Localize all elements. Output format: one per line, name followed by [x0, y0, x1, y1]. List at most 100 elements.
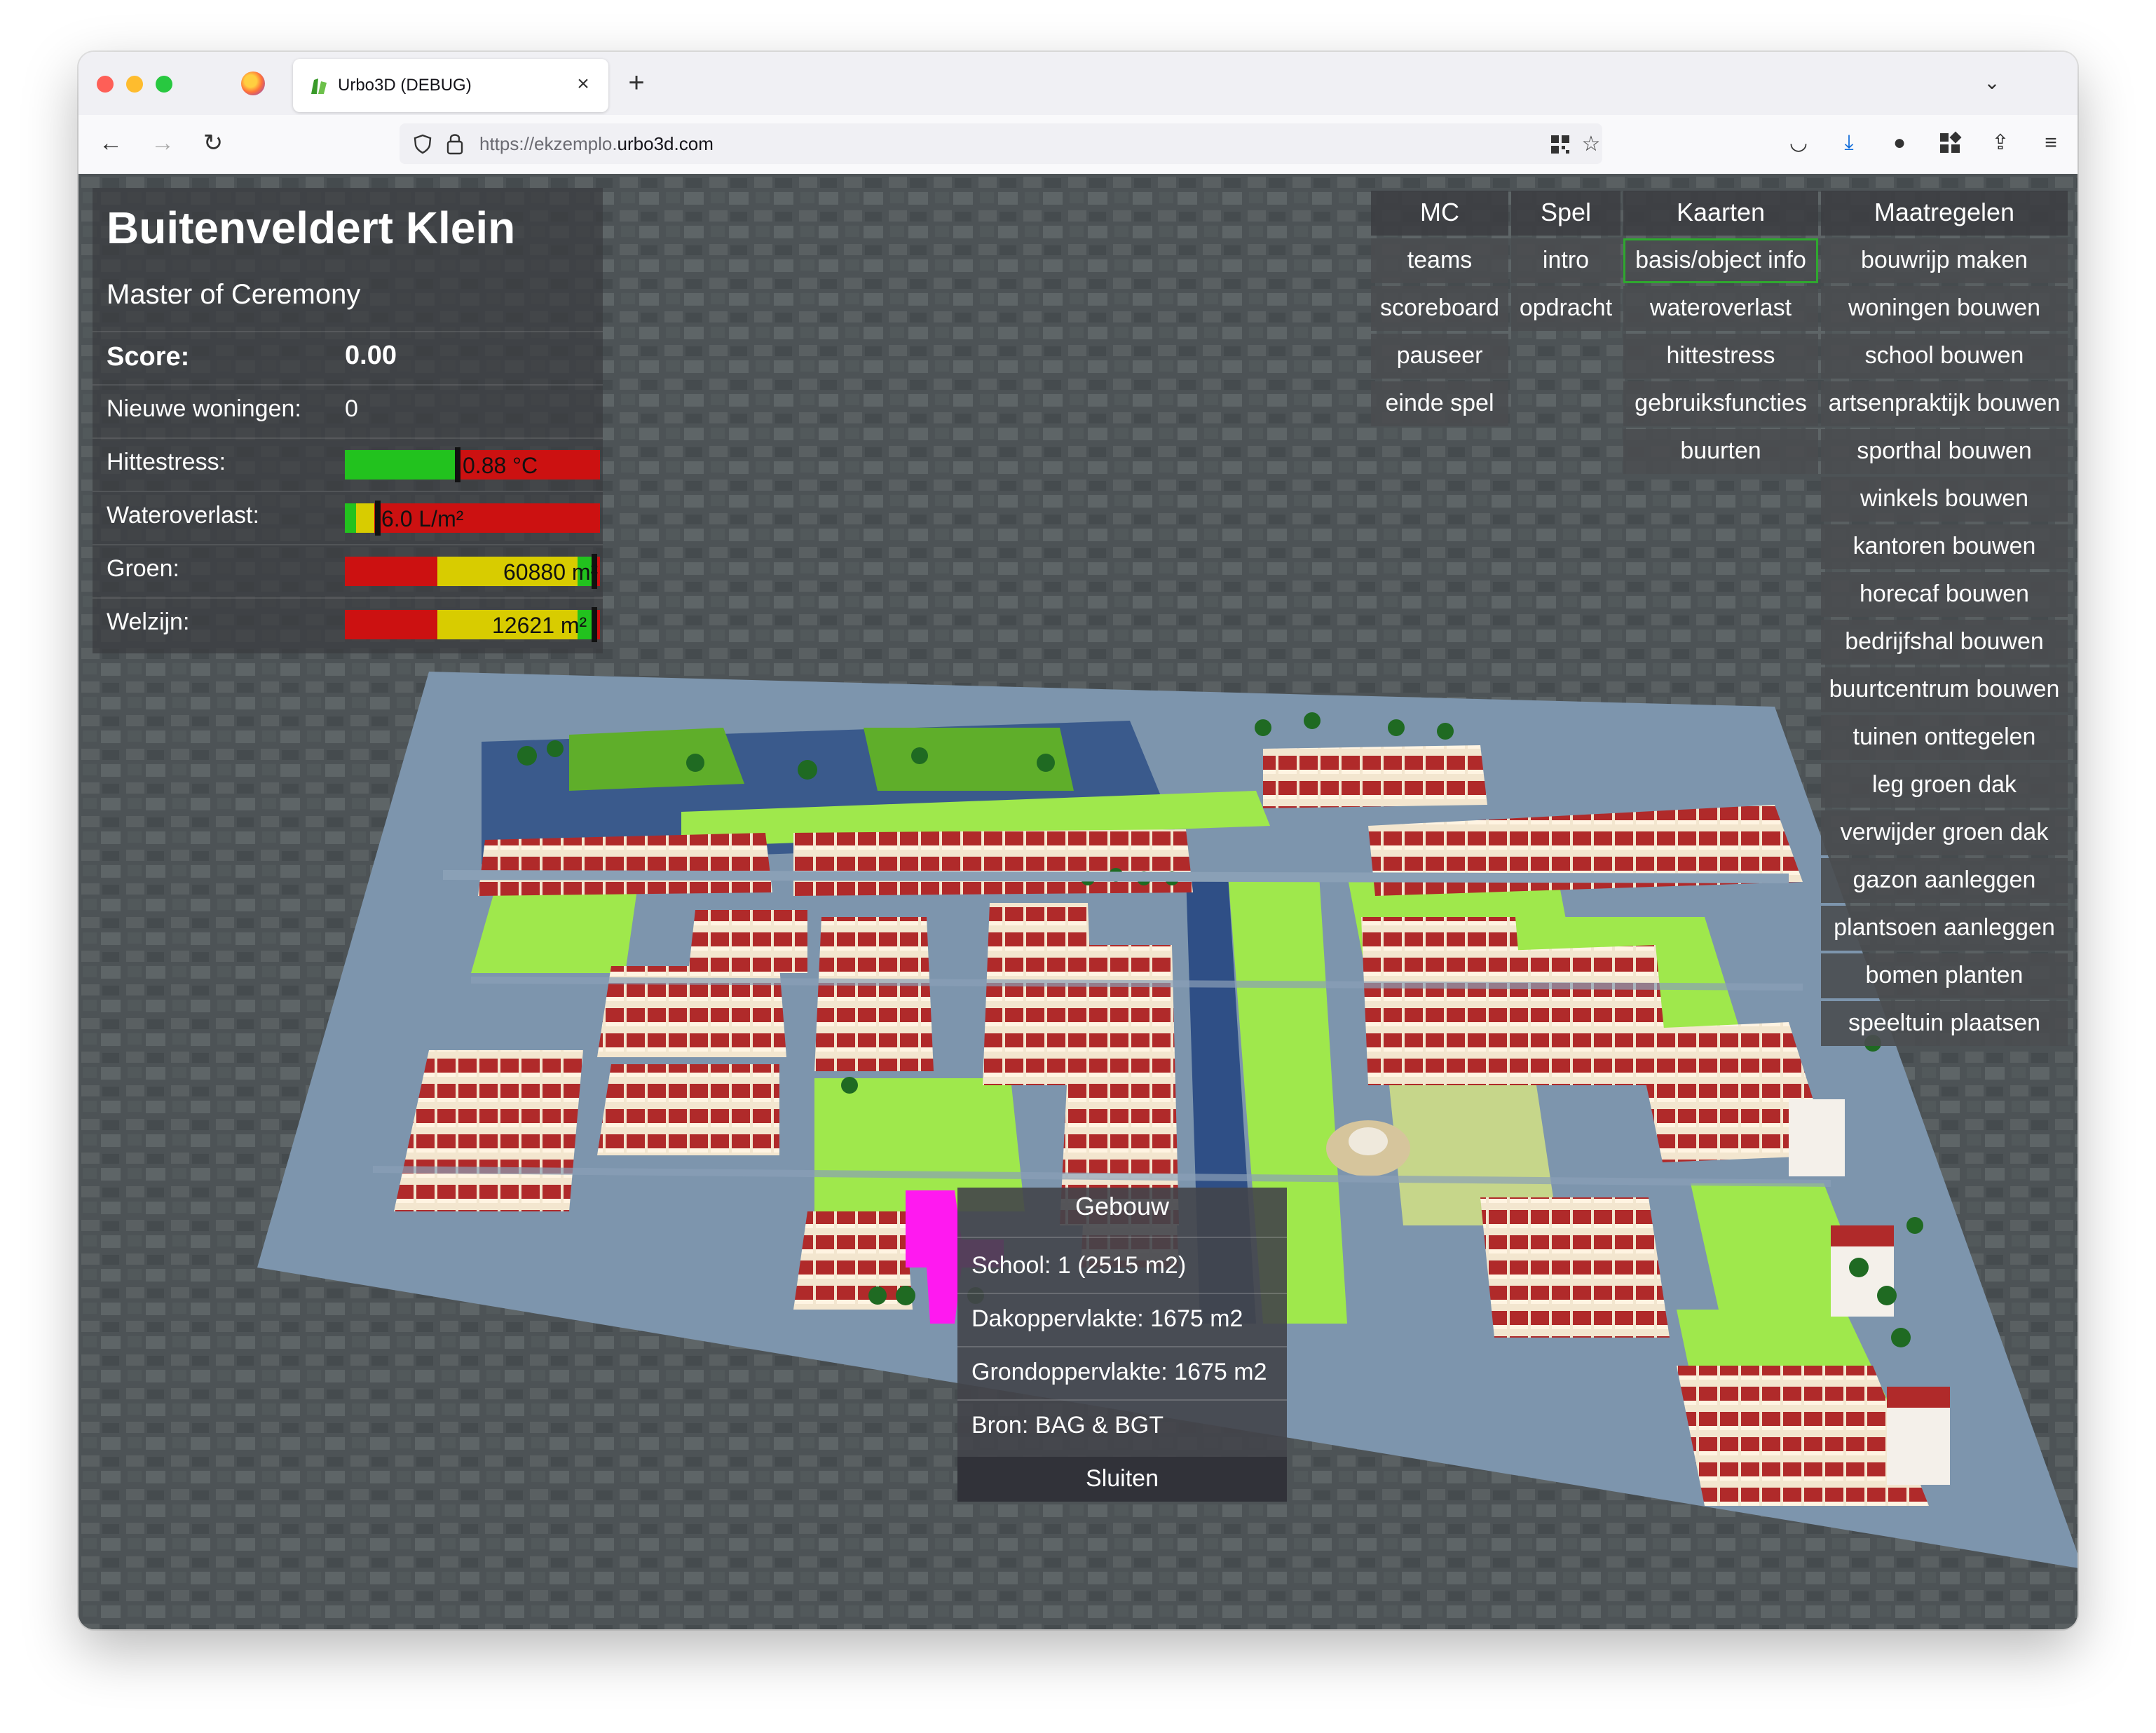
hittestress-bar: 0.88 °C — [345, 447, 600, 482]
close-window-button[interactable] — [97, 76, 114, 93]
popup-divider — [957, 1237, 1287, 1238]
menu-item-wateroverlast[interactable]: wateroverlast — [1623, 286, 1818, 331]
menu-header-mc[interactable]: MC — [1371, 191, 1508, 236]
minimize-window-button[interactable] — [126, 76, 143, 93]
score-label: Score: — [107, 342, 190, 372]
menu-item-hittestress[interactable]: hittestress — [1623, 334, 1818, 379]
tab-bar: Urbo3D (DEBUG) × + ⌄ — [79, 52, 2077, 115]
url-domain: urbo3d.com — [617, 133, 714, 154]
score-value: 0.00 — [345, 341, 397, 370]
building-info-popup: Gebouw School: 1 (2515 m2) Dakoppervlakt… — [957, 1188, 1287, 1502]
qr-icon[interactable] — [1549, 133, 1571, 156]
menu-item-intro[interactable]: intro — [1511, 238, 1621, 283]
popup-divider — [957, 1399, 1287, 1401]
hittestress-row: Hittestress: 0.88 °C — [93, 437, 603, 489]
reload-icon[interactable]: ↻ — [195, 125, 231, 161]
url-bar[interactable]: https://ekzemplo.urbo3d.com ☆ — [400, 123, 1602, 164]
menu-item-leg-groen-dak[interactable]: leg groen dak — [1821, 763, 2068, 808]
tab-urbo3d[interactable]: Urbo3D (DEBUG) × — [293, 59, 608, 112]
hittestress-value: 0.88 °C — [463, 453, 538, 478]
menu-item-einde-spel[interactable]: einde spel — [1371, 381, 1508, 426]
sluiten-button[interactable]: Sluiten — [957, 1457, 1287, 1502]
profile-icon[interactable]: ● — [1885, 129, 1913, 157]
welzijn-value: 12621 m² — [492, 613, 587, 638]
menu-item-horecaf-bouwen[interactable]: horecaf bouwen — [1821, 572, 2068, 617]
popup-divider — [957, 1346, 1287, 1347]
role-label: Master of Ceremony — [107, 279, 361, 310]
extensions-icon[interactable] — [1936, 129, 1964, 157]
popup-row-grondoppervlakte: Grondoppervlakte: 1675 m2 — [971, 1359, 1267, 1385]
menu-item-basis-object-info[interactable]: basis/object info — [1623, 238, 1818, 283]
menu-item-woningen-bouwen[interactable]: woningen bouwen — [1821, 286, 2068, 331]
url-text[interactable]: https://ekzemplo.urbo3d.com — [479, 133, 714, 155]
woningen-value: 0 — [345, 395, 358, 422]
menu-item-gebruiksfuncties[interactable]: gebruiksfuncties — [1623, 381, 1818, 426]
download-icon[interactable]: ⤓ — [1835, 129, 1863, 157]
pocket-icon[interactable]: ◡ — [1785, 129, 1813, 157]
menu-header-kaarten[interactable]: Kaarten — [1623, 191, 1818, 236]
menu-item-sporthal-bouwen[interactable]: sporthal bouwen — [1821, 429, 2068, 474]
menu-item-buurten[interactable]: buurten — [1623, 429, 1818, 474]
welzijn-bar: 12621 m² — [345, 607, 600, 642]
star-icon[interactable]: ☆ — [1580, 133, 1602, 156]
menu-item-winkels-bouwen[interactable]: winkels bouwen — [1821, 477, 2068, 522]
score-panel: Buitenveldert Klein Master of Ceremony S… — [93, 188, 603, 653]
shield-icon[interactable] — [412, 133, 433, 154]
chevron-down-icon[interactable]: ⌄ — [1977, 67, 2007, 98]
forward-icon[interactable]: → — [144, 125, 181, 161]
welzijn-row: Welzijn: 12621 m² — [93, 597, 603, 649]
menu-header-spel[interactable]: Spel — [1511, 191, 1621, 236]
welzijn-label: Welzijn: — [107, 609, 190, 635]
groen-label: Groen: — [107, 555, 179, 582]
popup-row-bron: Bron: BAG & BGT — [971, 1412, 1164, 1439]
menu-item-plantsoen-aanleggen[interactable]: plantsoen aanleggen — [1821, 906, 2068, 951]
menu-item-bouwrijp-maken[interactable]: bouwrijp maken — [1821, 238, 2068, 283]
menu-item-buurtcentrum-bouwen[interactable]: buurtcentrum bouwen — [1821, 667, 2068, 712]
browser-window: Urbo3D (DEBUG) × + ⌄ ← → ↻ https://ekzem… — [79, 52, 2077, 1629]
menu-header-maatregelen[interactable]: Maatregelen — [1821, 191, 2068, 236]
tab-title: Urbo3D (DEBUG) — [338, 76, 472, 95]
project-title: Buitenveldert Klein — [107, 203, 516, 253]
back-icon[interactable]: ← — [93, 125, 129, 161]
popup-divider — [957, 1293, 1287, 1294]
hittestress-marker — [455, 447, 460, 482]
plus-icon[interactable]: + — [620, 67, 653, 101]
lock-icon[interactable] — [444, 132, 465, 156]
wateroverlast-label: Wateroverlast: — [107, 502, 259, 529]
menu-item-artsenpraktijk-bouwen[interactable]: artsenpraktijk bouwen — [1821, 381, 2068, 426]
menu-item-school-bouwen[interactable]: school bouwen — [1821, 334, 2068, 379]
menu-item-teams[interactable]: teams — [1371, 238, 1508, 283]
wateroverlast-value: 6.0 L/m² — [381, 506, 464, 531]
wateroverlast-bar: 6.0 L/m² — [345, 501, 600, 536]
menu-item-kantoren-bouwen[interactable]: kantoren bouwen — [1821, 524, 2068, 569]
welzijn-marker — [592, 607, 597, 642]
close-icon[interactable]: × — [569, 70, 597, 98]
share-icon[interactable]: ⇪ — [1986, 129, 2014, 157]
wateroverlast-marker — [375, 501, 381, 536]
menu-item-scoreboard[interactable]: scoreboard — [1371, 286, 1508, 331]
menu-item-pauseer[interactable]: pauseer — [1371, 334, 1508, 379]
groen-value: 60880 m² — [503, 559, 599, 585]
firefox-icon[interactable] — [241, 72, 265, 95]
menu-item-bedrijfshal-bouwen[interactable]: bedrijfshal bouwen — [1821, 620, 2068, 665]
groen-row: Groen: 60880 m² — [93, 544, 603, 596]
maximize-window-button[interactable] — [156, 76, 172, 93]
menu-icon[interactable]: ≡ — [2037, 129, 2065, 157]
wateroverlast-row: Wateroverlast: 6.0 L/m² — [93, 491, 603, 543]
woningen-row: Nieuwe woningen: 0 — [93, 384, 603, 436]
menu-item-opdracht[interactable]: opdracht — [1511, 286, 1621, 331]
map-viewport[interactable]: Buitenveldert Klein Master of Ceremony S… — [79, 174, 2077, 1629]
menu-item-tuinen-onttegelen[interactable]: tuinen onttegelen — [1821, 715, 2068, 760]
menu-item-bomen-planten[interactable]: bomen planten — [1821, 953, 2068, 998]
menu-item-speeltuin-plaatsen[interactable]: speeltuin plaatsen — [1821, 1001, 2068, 1046]
popup-title: Gebouw — [1074, 1192, 1170, 1221]
score-row: Score: 0.00 — [93, 331, 603, 383]
popup-row-school: School: 1 (2515 m2) — [971, 1252, 1187, 1279]
menu-item-gazon-aanleggen[interactable]: gazon aanleggen — [1821, 858, 2068, 903]
popup-row-dakoppervlakte: Dakoppervlakte: 1675 m2 — [971, 1305, 1243, 1332]
url-prefix: https://ekzemplo. — [479, 133, 618, 154]
nav-bar: ← → ↻ https://ekzemplo.urbo3d.com ☆ ◡ ⤓ … — [79, 115, 2077, 175]
urbo-favicon — [311, 79, 327, 94]
menu-item-verwijder-groen-dak[interactable]: verwijder groen dak — [1821, 810, 2068, 855]
hittestress-label: Hittestress: — [107, 449, 226, 475]
